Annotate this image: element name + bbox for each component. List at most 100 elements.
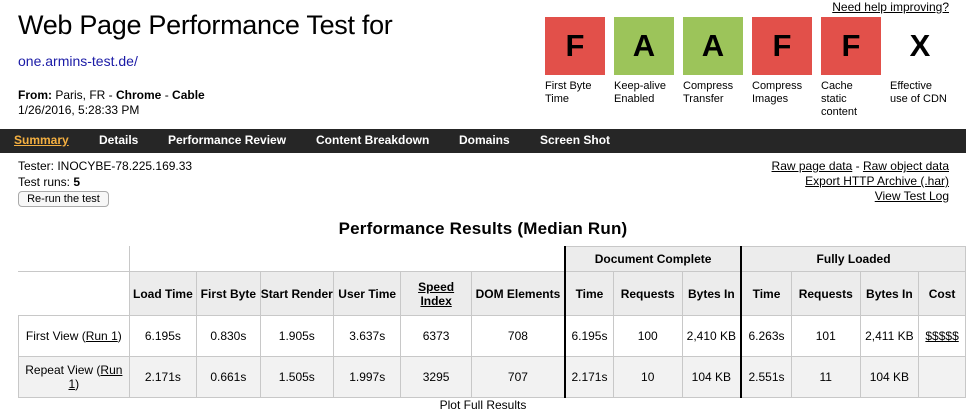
grade-letter: F: [545, 17, 605, 75]
nav-details[interactable]: Details: [99, 133, 138, 147]
connection: Cable: [172, 88, 205, 102]
nav-performance-review[interactable]: Performance Review: [168, 133, 286, 147]
grade-letter: X: [890, 17, 950, 75]
row-label: Repeat View (Run 1): [18, 356, 130, 398]
plot-full-results-link[interactable]: Plot Full Results: [0, 398, 966, 412]
tested-site-link[interactable]: one.armins-test.de/: [18, 53, 138, 69]
export-har-link[interactable]: Export HTTP Archive (.har): [805, 174, 949, 188]
col-header: DOM Elements: [470, 271, 566, 316]
col-header-label: Requests: [798, 286, 853, 301]
grade-label: Compress Transfer: [683, 80, 734, 105]
nav-bar: Summary Details Performance Review Content …: [0, 129, 966, 153]
row-label-text: Repeat View (: [25, 363, 101, 377]
col-header: Time: [740, 271, 792, 316]
row-label-text: First View (: [25, 329, 86, 343]
table-cell: 0.661s: [196, 356, 261, 398]
cost-link[interactable]: $$$$$: [925, 329, 958, 343]
test-runs: Test runs: 5: [18, 175, 80, 189]
help-improving-link[interactable]: Need help improving?: [832, 0, 949, 14]
grade-4[interactable]: F Cache static content: [821, 17, 881, 119]
table-cell: 6373: [400, 315, 472, 357]
col-header: Start Render: [259, 271, 335, 316]
nav-content-breakdown[interactable]: Content Breakdown: [316, 133, 429, 147]
col-header-label: Time: [752, 286, 781, 301]
grade-label: Cache static content: [821, 80, 858, 118]
nav-domains[interactable]: Domains: [459, 133, 510, 147]
separator: -: [161, 88, 173, 102]
col-header-label: Speed Index: [418, 279, 455, 308]
blank-header: [128, 246, 566, 272]
nav-summary[interactable]: Summary: [14, 133, 69, 147]
document-complete-header: Document Complete: [564, 246, 743, 272]
table-cell: 3.637s: [332, 315, 402, 357]
view-test-log-link[interactable]: View Test Log: [875, 189, 949, 203]
grade-label: First Byte Time: [545, 80, 592, 105]
row-label-close: ): [75, 377, 80, 391]
grade-letter: F: [752, 17, 812, 75]
table-cell: 3295: [400, 356, 472, 398]
grade-0[interactable]: F First Byte Time: [545, 17, 605, 106]
grade-label: Compress Images: [752, 80, 803, 105]
test-runs-count: 5: [73, 175, 81, 189]
table-cell: 6.195s: [564, 315, 614, 357]
row-label-blank: [18, 271, 130, 316]
col-header-label: Load Time: [132, 286, 193, 301]
col-header: Requests: [612, 271, 683, 316]
col-header-label: Requests: [620, 286, 675, 301]
browser: Chrome: [116, 88, 162, 102]
test-date: 1/26/2016, 5:28:33 PM: [18, 103, 140, 117]
link-separator: -: [852, 159, 863, 173]
table-cell: 1.997s: [332, 356, 402, 398]
table-cell: 2,411 KB: [859, 315, 920, 357]
grade-label: Effective use of CDN: [890, 80, 947, 105]
table-cell: 1.505s: [259, 356, 335, 398]
table-cell: 104 KB: [681, 356, 742, 398]
col-header: Time: [564, 271, 614, 316]
raw-page-data-link[interactable]: Raw page data: [772, 159, 853, 173]
corner-blank: [18, 246, 130, 272]
location: Paris, FR -: [55, 88, 117, 102]
grade-5[interactable]: X Effective use of CDN: [890, 17, 950, 106]
col-header: Cost: [918, 271, 966, 316]
raw-object-data-link[interactable]: Raw object data: [863, 159, 949, 173]
grade-2[interactable]: A Compress Transfer: [683, 17, 743, 106]
col-header[interactable]: Speed Index: [400, 271, 472, 316]
grade-3[interactable]: F Compress Images: [752, 17, 812, 106]
test-location: From: Paris, FR - Chrome - Cable: [18, 88, 205, 102]
col-header-label: Cost: [928, 286, 956, 301]
table-cell: 11: [790, 356, 861, 398]
col-header-label: Bytes In: [688, 286, 735, 301]
table-cell: 707: [470, 356, 566, 398]
table-cell: 6.263s: [740, 315, 792, 357]
table-cell: [918, 356, 966, 398]
table-cell: 1.905s: [259, 315, 335, 357]
performance-results-table: Document Complete Fully Loaded Load Time…: [18, 246, 966, 398]
table-cell[interactable]: $$$$$: [918, 315, 966, 357]
col-header-label: First Byte: [200, 286, 257, 301]
col-header: Requests: [790, 271, 861, 316]
run-link[interactable]: Run 1: [86, 329, 118, 343]
table-cell: 2.171s: [564, 356, 614, 398]
table-cell: 0.830s: [196, 315, 261, 357]
grade-1[interactable]: A Keep-alive Enabled: [614, 17, 674, 106]
col-header: Bytes In: [681, 271, 742, 316]
grade-letter: A: [683, 17, 743, 75]
col-header-label: Bytes In: [866, 286, 913, 301]
table-cell: 708: [470, 315, 566, 357]
nav-screen-shot[interactable]: Screen Shot: [540, 133, 610, 147]
table-cell: 104 KB: [859, 356, 920, 398]
table-cell: 2.171s: [128, 356, 198, 398]
table-cell: 2,410 KB: [681, 315, 742, 357]
page-title: Web Page Performance Test for: [18, 10, 393, 40]
col-header-label: Start Render: [260, 286, 333, 301]
data-links: Raw page data - Raw object data Export H…: [772, 159, 949, 204]
col-header-label: DOM Elements: [475, 286, 561, 301]
grade-letter: A: [614, 17, 674, 75]
table-cell: 6.195s: [128, 315, 198, 357]
grade-letter: F: [821, 17, 881, 75]
rerun-test-button[interactable]: Re-run the test: [18, 191, 109, 207]
row-label: First View (Run 1): [18, 315, 130, 357]
table-cell: 2.551s: [740, 356, 792, 398]
table-cell: 100: [612, 315, 683, 357]
tester-info: Tester: INOCYBE-78.225.169.33: [18, 159, 193, 173]
